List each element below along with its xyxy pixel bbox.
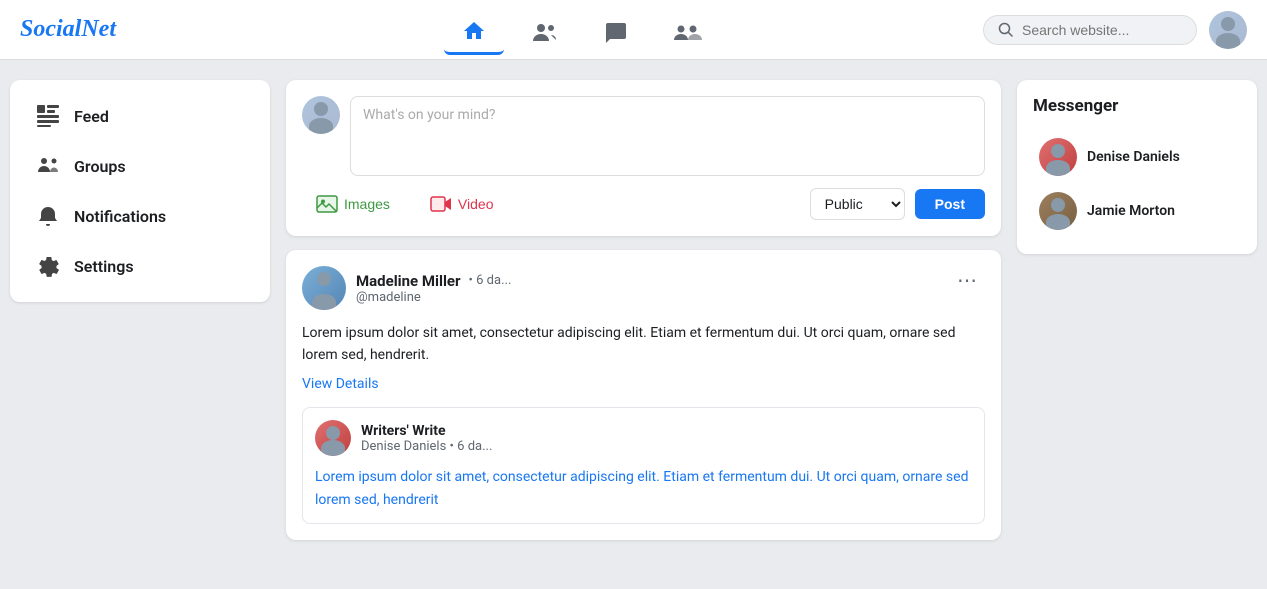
image-icon [316, 195, 338, 213]
post-username: Madeline Miller [356, 272, 461, 290]
topnav-right [983, 11, 1247, 49]
nav-messages[interactable] [586, 5, 646, 55]
messenger-card: Messenger Denise Daniels Jamie Morton [1017, 80, 1257, 254]
nav-icons [444, 5, 720, 55]
nav-home[interactable] [444, 5, 504, 55]
post-body: Lorem ipsum dolor sit amet, consectetur … [302, 322, 985, 395]
video-button[interactable]: Video [416, 189, 508, 219]
main-feed: Images Video Public Friends Only Me Po [286, 80, 1001, 540]
post-card: Madeline Miller • 6 da... @madeline ⋯ Lo… [286, 250, 1001, 540]
composer-user-avatar [302, 96, 340, 134]
post-avatar [302, 266, 346, 310]
sidebar-label-groups: Groups [74, 157, 126, 176]
composer-card: Images Video Public Friends Only Me Po [286, 80, 1001, 236]
video-icon [430, 195, 452, 213]
sidebar-card: Feed Groups [10, 80, 270, 302]
nav-friends[interactable] [514, 5, 576, 55]
bell-icon [36, 204, 60, 228]
messenger-avatar-denise [1039, 138, 1077, 176]
search-input[interactable] [1022, 22, 1182, 38]
groups-icon [36, 154, 60, 178]
search-box[interactable] [983, 15, 1197, 45]
user-avatar-nav[interactable] [1209, 11, 1247, 49]
sidebar-item-notifications[interactable]: Notifications [16, 192, 264, 240]
post-user-info: Madeline Miller • 6 da... @madeline [356, 272, 511, 305]
visibility-select[interactable]: Public Friends Only Me [810, 188, 905, 220]
right-sidebar: Messenger Denise Daniels Jamie Morton [1017, 80, 1257, 540]
nested-user-info: Writers' Write Denise Daniels • 6 da... [361, 423, 492, 454]
sidebar-item-settings[interactable]: Settings [16, 242, 264, 290]
composer-actions: Images Video Public Friends Only Me Po [302, 188, 985, 220]
sidebar-label-notifications: Notifications [74, 207, 166, 226]
app-logo: SocialNet [20, 16, 180, 43]
post-header-left: Madeline Miller • 6 da... @madeline [302, 266, 511, 310]
nav-groups[interactable] [656, 5, 720, 55]
view-details-link[interactable]: View Details [302, 373, 379, 395]
feed-icon [36, 104, 60, 128]
composer-textarea[interactable] [350, 96, 985, 176]
messenger-contact-1[interactable]: Jamie Morton [1033, 184, 1241, 238]
sidebar-label-settings: Settings [74, 257, 134, 276]
gear-icon [36, 254, 60, 278]
nested-post: Writers' Write Denise Daniels • 6 da... … [302, 407, 985, 524]
messenger-title: Messenger [1033, 96, 1241, 116]
nested-group-name: Writers' Write [361, 423, 492, 439]
composer-right: Public Friends Only Me Post [810, 188, 985, 220]
messenger-name-denise: Denise Daniels [1087, 149, 1180, 165]
composer-top [302, 96, 985, 176]
post-time: • 6 da... [469, 273, 512, 288]
nested-avatar [315, 420, 351, 456]
nested-post-header: Writers' Write Denise Daniels • 6 da... [315, 420, 972, 456]
search-icon [998, 22, 1014, 38]
messenger-name-jamie: Jamie Morton [1087, 203, 1175, 219]
page-layout: Feed Groups [0, 60, 1267, 560]
post-header: Madeline Miller • 6 da... @madeline ⋯ [302, 266, 985, 310]
nested-meta: Denise Daniels • 6 da... [361, 439, 492, 454]
post-handle: @madeline [356, 290, 511, 305]
messenger-contact-0[interactable]: Denise Daniels [1033, 130, 1241, 184]
sidebar: Feed Groups [10, 80, 270, 540]
post-button[interactable]: Post [915, 189, 985, 219]
sidebar-label-feed: Feed [74, 107, 109, 126]
topnav: SocialNet [0, 0, 1267, 60]
images-button[interactable]: Images [302, 189, 404, 219]
sidebar-item-feed[interactable]: Feed [16, 92, 264, 140]
messenger-avatar-jamie [1039, 192, 1077, 230]
post-menu-button[interactable]: ⋯ [949, 266, 985, 294]
sidebar-item-groups[interactable]: Groups [16, 142, 264, 190]
nested-post-body: Lorem ipsum dolor sit amet, consectetur … [315, 466, 972, 511]
